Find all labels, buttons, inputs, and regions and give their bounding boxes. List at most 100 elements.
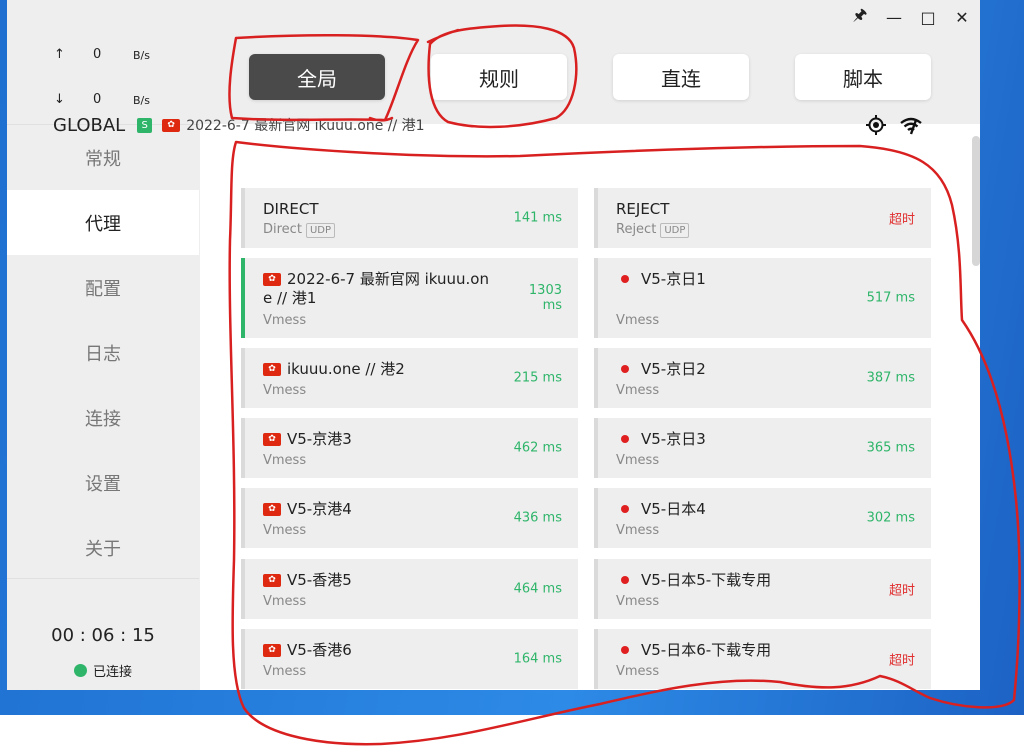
pin-icon[interactable]: 🖈 <box>849 5 871 28</box>
jp-flag-icon <box>621 275 629 283</box>
proxy-card[interactable]: ✿ V5-香港5 Vmess 464 ms <box>241 559 578 619</box>
sidebar-item-settings[interactable]: 设置 <box>7 450 199 515</box>
proxy-type: Vmess <box>616 594 659 609</box>
proxy-card[interactable]: V5-京日2 Vmess 387 ms <box>594 348 931 408</box>
proxy-delay[interactable]: 141 ms <box>514 211 562 226</box>
proxy-type-text: Vmess <box>616 523 660 538</box>
proxy-name: DIRECT <box>263 200 319 219</box>
proxy-delay[interactable]: 215 ms <box>514 371 562 386</box>
proxy-name: REJECT <box>616 200 669 219</box>
jp-flag-icon <box>621 646 629 654</box>
proxy-name: ✿ V5-京港3 <box>263 430 352 449</box>
proxy-delay[interactable]: 462 ms <box>514 441 562 456</box>
proxy-name-text: V5-日本6-下载专用 <box>641 641 772 659</box>
upload-arrow-icon: ↑ <box>54 47 65 62</box>
proxy-type-text: Direct <box>263 222 302 237</box>
proxy-delay[interactable]: 464 ms <box>514 582 562 597</box>
proxy-name-line1: 2022-6-7 最新官网 ikuuu.on <box>287 270 489 288</box>
proxy-type-text: Reject <box>616 222 657 237</box>
proxy-card[interactable]: ✿ V5-京港4 Vmess 436 ms <box>241 488 578 548</box>
connection-status: 已连接 <box>7 661 199 680</box>
status-dot-icon <box>73 664 87 677</box>
sidebar-item-profiles[interactable]: 配置 <box>7 255 199 320</box>
proxy-card[interactable]: V5-日本4 Vmess 302 ms <box>594 488 931 548</box>
proxy-card[interactable]: REJECT Reject UDP 超时 <box>594 188 931 248</box>
maximize-icon[interactable]: □ <box>917 6 939 28</box>
proxy-card[interactable]: V5-日本6-下载专用 Vmess 超时 <box>594 629 931 689</box>
proxy-delay[interactable]: 超时 <box>889 580 915 599</box>
upload-value: 0 <box>93 47 102 62</box>
proxy-card[interactable]: ✿ V5-香港6 Vmess 164 ms <box>241 629 578 689</box>
proxy-delay[interactable]: 1303 ms <box>529 283 562 313</box>
proxy-type-text: Vmess <box>616 594 660 609</box>
proxy-name: V5-京日1 <box>616 270 706 289</box>
connection-status-label: 已连接 <box>92 665 132 680</box>
proxy-name-text: V5-香港6 <box>287 641 352 659</box>
locate-icon[interactable] <box>865 114 887 136</box>
clash-window: 🖈 — □ ✕ ↑ 0 B/s ↓ 0 B/s 常规 代理 配置 日志 连接 设… <box>7 0 980 690</box>
proxy-card[interactable]: V5-京日3 Vmess 365 ms <box>594 418 931 478</box>
speed-test-icon[interactable] <box>899 114 923 136</box>
udp-badge: UDP <box>305 223 335 238</box>
proxy-name: V5-京日2 <box>616 360 706 379</box>
mode-rule-button[interactable]: 规则 <box>431 54 567 100</box>
proxy-name: ✿ 2022-6-7 最新官网 ikuuu.on e // 港1 <box>263 270 489 308</box>
download-unit: B/s <box>133 94 150 107</box>
proxy-delay[interactable]: 365 ms <box>867 441 915 456</box>
sidebar-item-logs[interactable]: 日志 <box>7 320 199 385</box>
mode-switcher: 全局 规则 直连 脚本 <box>200 34 980 124</box>
proxy-type: Vmess <box>263 453 306 468</box>
proxy-type: Vmess <box>263 594 306 609</box>
proxy-name-text: V5-香港5 <box>287 571 352 589</box>
proxy-delay[interactable]: 超时 <box>889 209 915 228</box>
proxy-delay[interactable]: 164 ms <box>514 652 562 667</box>
group-name: GLOBAL <box>53 114 126 136</box>
proxy-card[interactable]: ✿ 2022-6-7 最新官网 ikuuu.on e // 港1 Vmess 1303 m… <box>241 258 578 338</box>
proxy-type: Vmess <box>616 313 659 328</box>
proxy-delay[interactable]: 517 ms <box>867 291 915 306</box>
upload-unit: B/s <box>133 49 150 62</box>
proxy-name-text: V5-京日3 <box>641 430 706 448</box>
minimize-icon[interactable]: — <box>883 6 905 28</box>
proxy-delay[interactable]: 302 ms <box>867 511 915 526</box>
proxy-name-text: V5-京港3 <box>287 430 352 448</box>
proxy-type-text: Vmess <box>263 313 307 328</box>
proxy-name: V5-京日3 <box>616 430 706 449</box>
proxy-type: Vmess <box>263 383 306 398</box>
proxy-card[interactable]: V5-京日1 Vmess 517 ms <box>594 258 931 338</box>
proxy-type-text: Vmess <box>263 664 307 679</box>
proxy-name: V5-日本5-下载专用 <box>616 571 771 590</box>
proxy-type: Direct UDP <box>263 222 335 238</box>
proxy-type-text: Vmess <box>263 523 307 538</box>
download-arrow-icon: ↓ <box>54 92 65 107</box>
proxy-type: Vmess <box>616 664 659 679</box>
proxy-card[interactable]: ✿ V5-京港3 Vmess 462 ms <box>241 418 578 478</box>
mode-global-button[interactable]: 全局 <box>249 54 385 100</box>
mode-direct-button[interactable]: 直连 <box>613 54 749 100</box>
sidebar-item-about[interactable]: 关于 <box>7 515 199 580</box>
proxy-group-header[interactable]: GLOBAL S ✿ 2022-6-7 最新官网 ikuuu.one // 港1 <box>53 113 425 137</box>
proxy-name-text: DIRECT <box>263 200 319 218</box>
mode-script-button[interactable]: 脚本 <box>795 54 931 100</box>
close-icon[interactable]: ✕ <box>951 6 973 28</box>
hk-flag-icon: ✿ <box>263 273 281 286</box>
proxy-card[interactable]: ✿ ikuuu.one // 港2 Vmess 215 ms <box>241 348 578 408</box>
traffic-panel: ↑ 0 B/s ↓ 0 B/s <box>7 34 199 125</box>
sidebar-item-proxies[interactable]: 代理 <box>7 190 199 255</box>
proxy-type: Vmess <box>263 313 306 328</box>
proxy-name-text: REJECT <box>616 200 670 218</box>
proxy-name: ✿ V5-香港5 <box>263 571 352 590</box>
proxy-type-text: Vmess <box>263 594 307 609</box>
proxy-delay[interactable]: 超时 <box>889 650 915 669</box>
download-speed: ↓ 0 B/s <box>7 92 199 112</box>
status-panel: 00 : 06 : 15 已连接 <box>7 578 199 690</box>
upload-speed: ↑ 0 B/s <box>7 47 199 67</box>
proxy-delay[interactable]: 387 ms <box>867 371 915 386</box>
proxy-delay[interactable]: 436 ms <box>514 511 562 526</box>
scrollbar[interactable] <box>972 136 980 266</box>
sidebar-item-connections[interactable]: 连接 <box>7 385 199 450</box>
group-type-badge: S <box>137 117 153 133</box>
proxy-card[interactable]: DIRECT Direct UDP 141 ms <box>241 188 578 248</box>
proxy-delay-unit: ms <box>542 298 562 313</box>
proxy-card[interactable]: V5-日本5-下载专用 Vmess 超时 <box>594 559 931 619</box>
